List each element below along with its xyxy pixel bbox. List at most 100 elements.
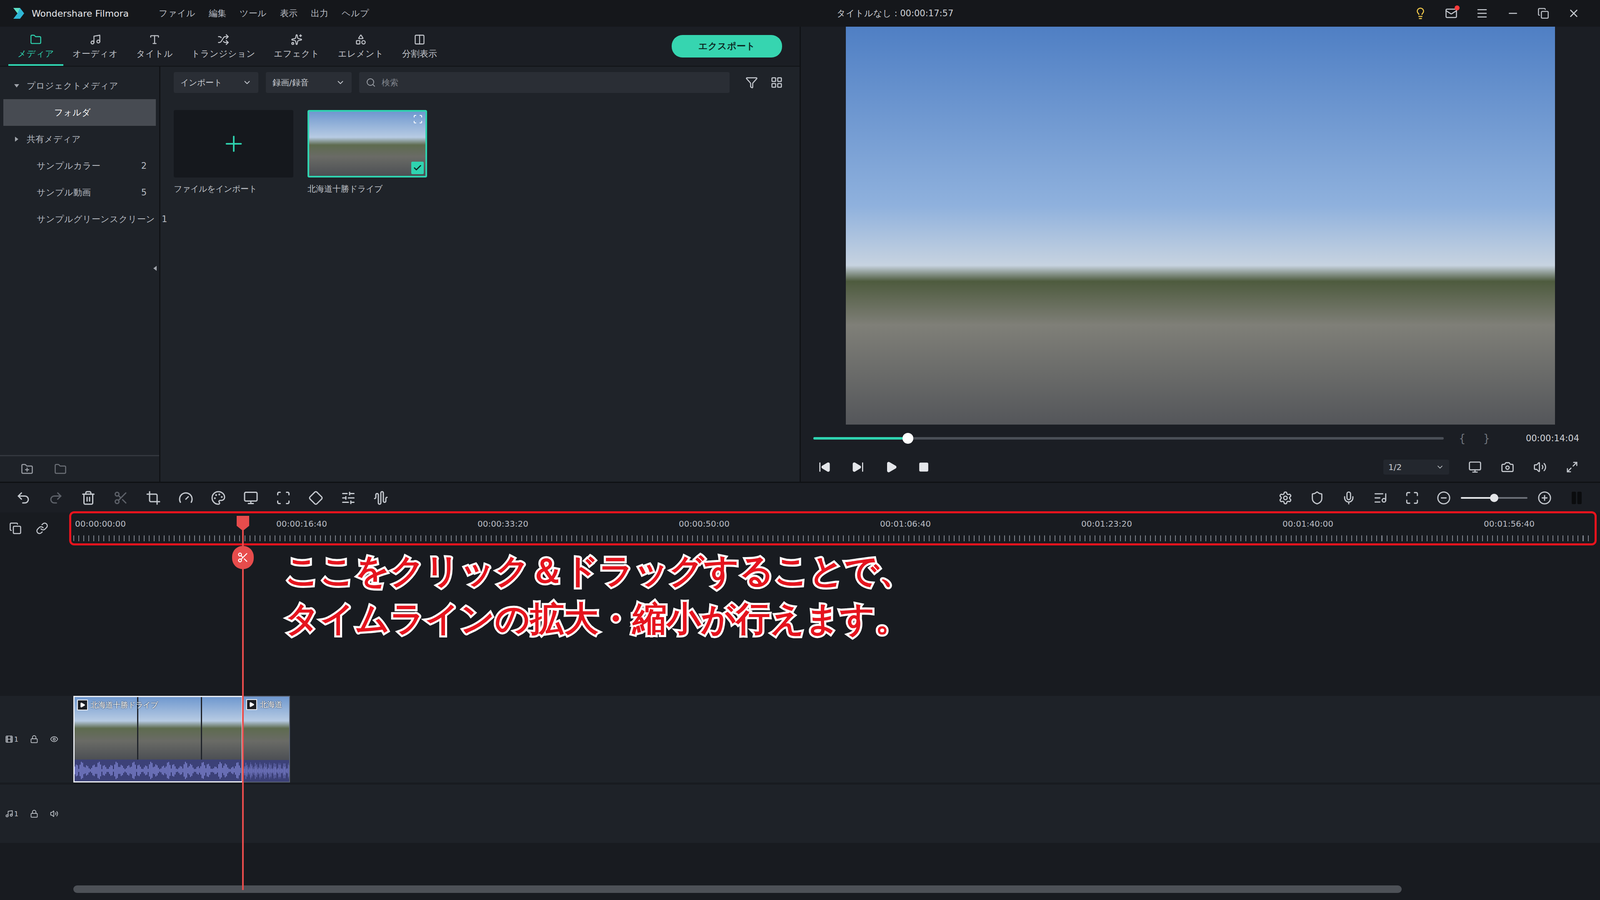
render-icon[interactable] <box>1278 490 1293 505</box>
filter-icon[interactable] <box>745 76 758 89</box>
fit-icon[interactable] <box>1405 490 1420 505</box>
speed-icon[interactable] <box>178 490 194 506</box>
expand-arrow-icon[interactable] <box>13 82 20 90</box>
tab-icon[interactable] <box>413 33 426 46</box>
menu-item[interactable]: 出力 <box>304 5 335 22</box>
sidebar-item[interactable]: フォルダ <box>3 99 156 126</box>
tab-icon[interactable] <box>290 33 303 46</box>
tab[interactable]: タイトル <box>127 26 183 66</box>
media-tile[interactable]: 北海道十勝ドライブ <box>307 110 428 195</box>
audio-icon[interactable] <box>373 490 389 506</box>
video-clip[interactable]: 北海道十勝ドライブ <box>73 695 243 783</box>
tab-icon[interactable] <box>355 33 367 46</box>
tab[interactable]: エレメント <box>328 26 393 66</box>
tab[interactable]: 分割表示 <box>392 26 447 66</box>
playhead-handle-icon[interactable] <box>235 515 250 532</box>
collapse-arrow-icon[interactable] <box>151 265 159 272</box>
timeline-ruler[interactable]: 00:00:00:0000:00:16:4000:00:33:2000:00:5… <box>73 515 1593 542</box>
tab[interactable]: トランジション <box>182 26 265 66</box>
unlock-icon[interactable] <box>30 735 39 744</box>
sidebar-item[interactable]: サンプル動画5 <box>3 179 156 206</box>
record-dropdown[interactable]: 録画/録音 <box>265 72 352 93</box>
color-icon[interactable] <box>210 490 226 506</box>
menu-item[interactable]: 編集 <box>202 5 233 22</box>
collapse-sidebar-button[interactable] <box>151 265 159 272</box>
marker-icon[interactable] <box>1310 490 1325 505</box>
video-clip[interactable]: 北海道 <box>242 695 291 783</box>
grid-view-icon[interactable] <box>770 76 783 89</box>
display-icon[interactable] <box>1468 460 1482 474</box>
menu-item[interactable]: ツール <box>232 5 274 22</box>
scissors-icon[interactable] <box>237 551 249 564</box>
chevron-down-icon[interactable] <box>1435 462 1445 472</box>
annotation: ここをクリック＆ドラッグすることで、タイムラインの拡大・縮小が行えます。 <box>285 546 914 643</box>
tab-icon[interactable] <box>148 33 161 46</box>
voiceover-icon[interactable] <box>1341 490 1356 505</box>
mark-button[interactable]: } <box>1483 432 1491 445</box>
undo-icon[interactable] <box>15 490 31 506</box>
speaker-icon[interactable] <box>50 809 59 818</box>
tab-icon[interactable] <box>30 33 42 46</box>
add-track-icon[interactable] <box>9 522 22 535</box>
keyframe-icon[interactable] <box>308 490 324 506</box>
adjust-icon[interactable] <box>340 490 356 506</box>
tab-icon[interactable] <box>217 33 230 46</box>
chevron-down-icon[interactable] <box>335 77 345 88</box>
plus-icon[interactable] <box>221 131 247 157</box>
mail-button[interactable] <box>1445 7 1458 20</box>
zoom-in-icon[interactable] <box>1537 490 1552 505</box>
folder-icon[interactable] <box>54 462 67 476</box>
new-folder-icon[interactable] <box>20 462 34 476</box>
menu-icon[interactable] <box>1475 7 1489 20</box>
menu-item[interactable]: 表示 <box>273 5 305 22</box>
tab[interactable]: メディア <box>8 26 64 66</box>
sidebar-item[interactable]: 共有メディア <box>3 125 156 153</box>
title-bar: Wondershare Filmoraファイル編集ツール表示出力ヘルプタイトルな… <box>0 0 1600 27</box>
play-frame-icon[interactable] <box>851 460 865 474</box>
volume-icon[interactable] <box>1533 460 1547 474</box>
timeline-scrollbar[interactable] <box>73 885 1402 893</box>
sidebar-item[interactable]: サンプルグリーンスクリーン1 <box>3 205 156 233</box>
quality-dropdown[interactable]: 1/2 <box>1383 459 1450 475</box>
preview-progress[interactable] <box>813 437 1444 440</box>
restore-icon[interactable] <box>1537 7 1550 20</box>
mark-button[interactable]: { <box>1458 432 1466 445</box>
link-icon[interactable] <box>35 522 49 535</box>
fullscreen-icon[interactable] <box>1565 460 1579 474</box>
stop-icon[interactable] <box>918 461 930 473</box>
play-icon[interactable] <box>885 460 898 474</box>
tab-icon[interactable] <box>89 33 102 46</box>
import-tile[interactable]: ファイルをインポート <box>173 110 294 195</box>
snapshot-icon[interactable] <box>1500 460 1515 474</box>
menu-item[interactable]: ヘルプ <box>335 5 376 22</box>
stabilize-icon[interactable] <box>275 490 291 506</box>
import-dropdown[interactable]: インポート <box>173 72 259 93</box>
panel-toggle-icon[interactable] <box>1569 490 1585 506</box>
zoom-out-icon[interactable] <box>1436 490 1451 505</box>
export-button[interactable]: エクスポート <box>671 35 783 58</box>
video-track-header: 1 <box>0 695 74 783</box>
unlock-icon[interactable] <box>30 809 39 818</box>
title-screen-icon[interactable] <box>243 490 259 506</box>
chevron-down-icon[interactable] <box>242 77 252 88</box>
menu-item[interactable]: ファイル <box>152 5 203 22</box>
sidebar-item[interactable]: プロジェクトメディア <box>3 72 156 100</box>
expand-arrow-icon[interactable] <box>13 135 20 143</box>
crop-icon[interactable] <box>145 490 161 506</box>
lightbulb-icon[interactable] <box>1414 7 1427 20</box>
previous-frame-icon[interactable] <box>818 460 831 474</box>
close-icon[interactable] <box>1567 7 1580 20</box>
eye-icon[interactable] <box>50 735 59 744</box>
split-button[interactable] <box>232 545 254 570</box>
zoom-slider[interactable] <box>1460 497 1528 499</box>
tab[interactable]: オーディオ <box>63 26 128 66</box>
audio-mixer-icon[interactable] <box>1373 490 1388 505</box>
timeline-toolbar <box>0 481 1600 513</box>
search-field[interactable]: 検索 <box>359 72 730 93</box>
sidebar-item[interactable]: サンプルカラー2 <box>3 152 156 180</box>
progress-knob[interactable] <box>902 432 914 444</box>
ruler-label: 00:00:16:40 <box>274 515 476 542</box>
delete-icon[interactable] <box>80 490 96 506</box>
minimize-icon[interactable] <box>1506 7 1520 20</box>
tab[interactable]: エフェクト <box>264 26 329 66</box>
